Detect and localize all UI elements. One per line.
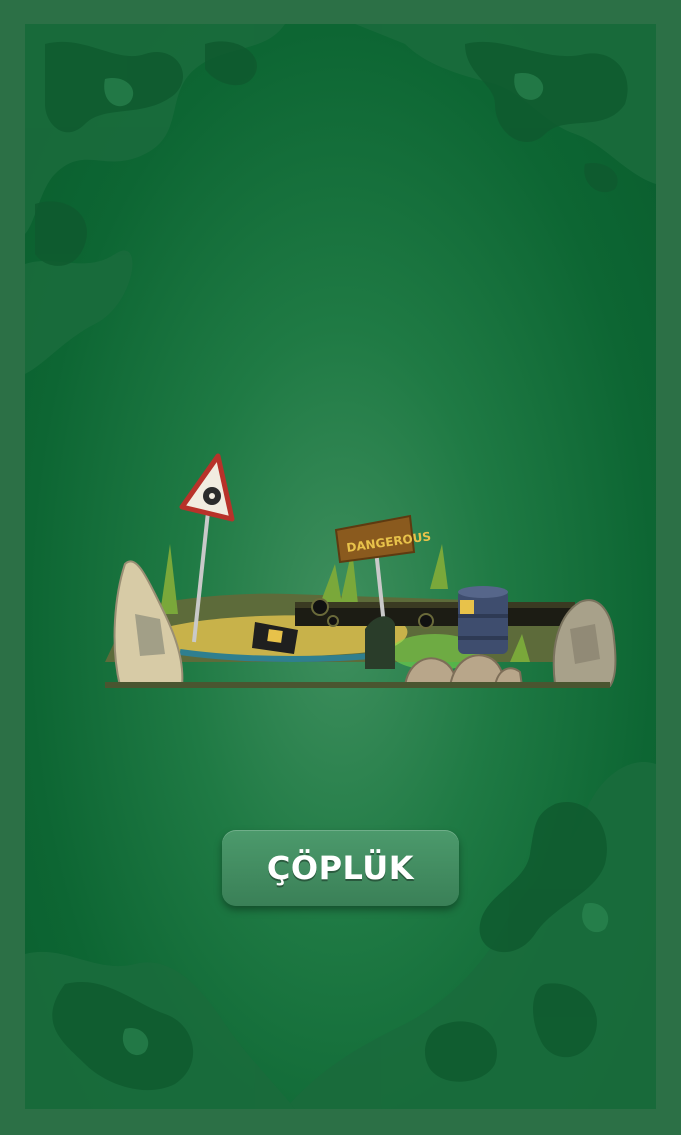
level-button-label: ÇÖPLÜK (266, 849, 415, 887)
dangerous-sign-icon: DANGEROUS (334, 514, 432, 564)
level-select-screen: DANGEROUS ÇÖPLÜK (25, 24, 656, 1109)
toxic-barrel-icon (458, 586, 508, 654)
radiation-warning-sign-icon (179, 453, 235, 522)
dump-scene-illustration: DANGEROUS (105, 453, 617, 688)
level-button[interactable]: ÇÖPLÜK (222, 830, 459, 906)
outer-frame: DANGEROUS ÇÖPLÜK (0, 0, 681, 1135)
